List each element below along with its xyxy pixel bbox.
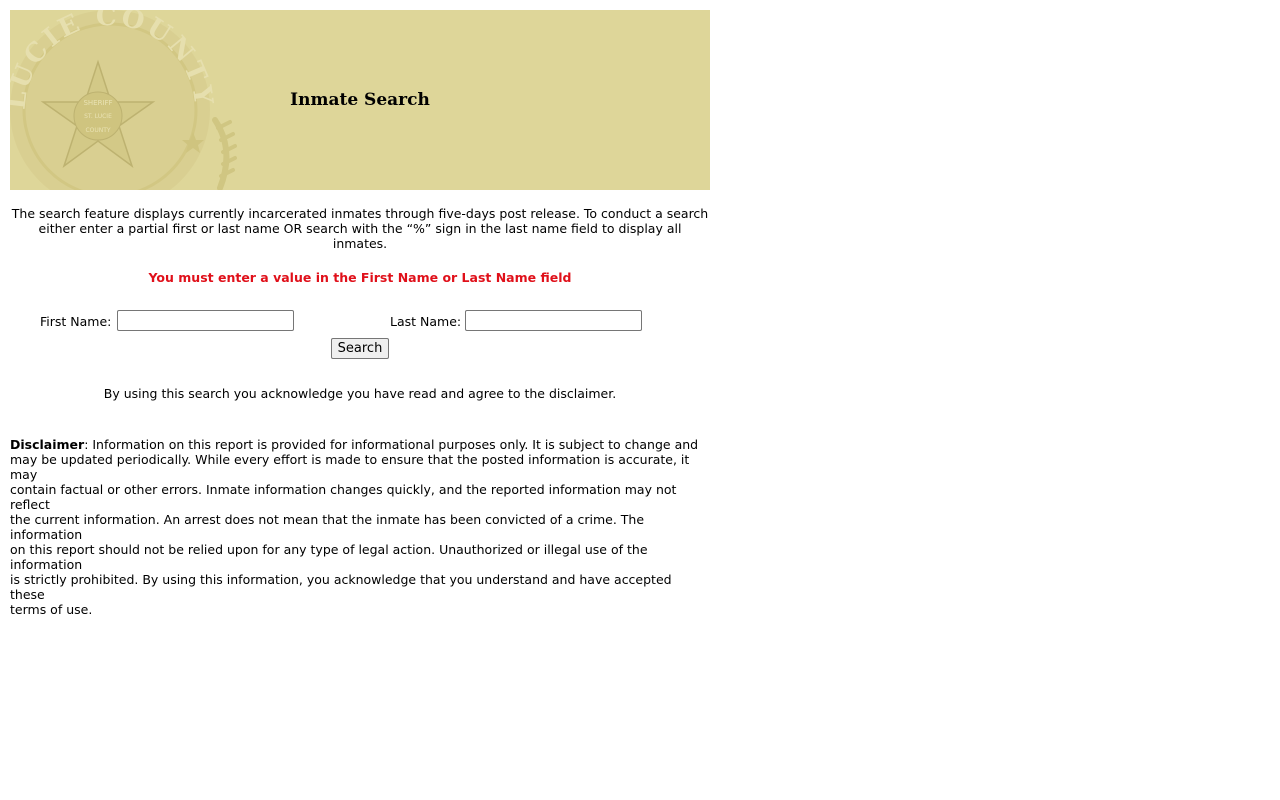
disclaimer-line: contain factual or other errors. Inmate … <box>10 482 677 512</box>
page-container: LUCIE COUNTY SHERIFF ST. LUCIE COUNTY In… <box>10 10 710 617</box>
disclaimer: Disclaimer: Information on this report i… <box>10 437 710 617</box>
instructions-line-2: either enter a partial first or last nam… <box>38 221 682 251</box>
acknowledgement-text: By using this search you acknowledge you… <box>103 386 617 401</box>
search-instructions: The search feature displays currently in… <box>10 206 710 251</box>
seal-inner-bottom: COUNTY <box>85 127 110 134</box>
disclaimer-heading: Disclaimer <box>10 437 85 452</box>
disclaimer-line: on this report should not be relied upon… <box>10 542 648 572</box>
disclaimer-line: is strictly prohibited. By using this in… <box>10 572 672 602</box>
disclaimer-line: terms of use. <box>10 602 93 617</box>
search-button-row: Search <box>10 338 710 360</box>
search-button[interactable]: Search <box>331 338 389 359</box>
validation-error-message: You must enter a value in the First Name… <box>148 270 572 285</box>
first-name-label: First Name: <box>40 314 112 329</box>
disclaimer-line: the current information. An arrest does … <box>10 512 645 542</box>
last-name-label: Last Name: <box>390 314 462 329</box>
search-form: First Name: Last Name: <box>10 310 710 334</box>
disclaimer-line: may be updated periodically. While every… <box>10 452 690 482</box>
last-name-input[interactable] <box>465 310 642 331</box>
seal-inner-mid: ST. LUCIE <box>84 113 112 120</box>
first-name-input[interactable] <box>117 310 294 331</box>
header-banner: LUCIE COUNTY SHERIFF ST. LUCIE COUNTY In… <box>10 10 710 190</box>
instructions-line-1: The search feature displays currently in… <box>11 206 709 221</box>
page-title: Inmate Search <box>290 90 430 110</box>
disclaimer-line: : Information on this report is provided… <box>84 437 699 452</box>
